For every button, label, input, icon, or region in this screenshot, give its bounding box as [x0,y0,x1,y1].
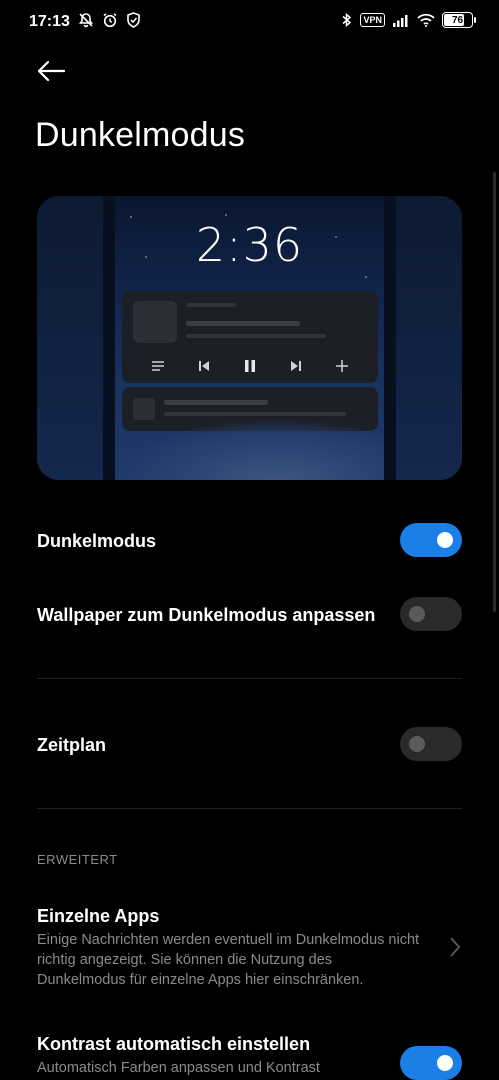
page-title: Dunkelmodus [35,116,246,154]
auto-contrast-label: Kontrast automatisch einstellen [37,1034,311,1054]
preview-left-panel [37,196,109,480]
preview-frame-left [103,196,115,480]
wallpaper-row[interactable]: Wallpaper zum Dunkelmodus anpassen [37,596,462,634]
preview-media-thumbnail [133,301,177,343]
toggle-knob [409,606,425,622]
individual-apps-row[interactable]: Einzelne Apps Einige Nachrichten werden … [37,906,462,988]
bluetooth-icon [342,12,352,28]
preview-media-card [122,291,378,383]
schedule-row[interactable]: Zeitplan [37,726,462,764]
signal-icon [393,15,408,27]
wallpaper-toggle[interactable] [400,597,462,631]
dark-mode-toggle[interactable] [400,523,462,557]
scroll-indicator [493,172,496,612]
dark-mode-preview: 2:36 [37,196,462,480]
next-icon [290,361,301,371]
divider [37,678,462,679]
preview-placeholder-line [186,303,236,307]
preview-screen: 2:36 [115,196,384,480]
auto-contrast-row[interactable]: Kontrast automatisch einstellen Automati… [37,1034,462,1080]
divider [37,808,462,809]
wallpaper-label: Wallpaper zum Dunkelmodus anpassen [37,605,376,625]
preview-placeholder-line [164,400,268,405]
battery-icon: 76 [442,12,476,28]
plus-icon [336,360,349,372]
shield-icon [127,12,140,28]
preview-media-controls [122,355,378,377]
schedule-toggle[interactable] [400,727,462,761]
notifications-off-icon [78,13,94,28]
back-arrow-icon [37,60,66,82]
wifi-icon [417,13,435,27]
preview-landscape [115,420,384,480]
toggle-knob [437,1055,453,1071]
individual-apps-label: Einzelne Apps [37,906,160,926]
status-time: 17:13 [29,13,70,30]
pause-icon [244,360,255,372]
preview-right-panel [390,196,462,480]
dark-mode-label: Dunkelmodus [37,531,157,551]
auto-contrast-description: Automatisch Farben anpassen und Kontrast [37,1060,320,1076]
preview-placeholder-line [186,334,326,338]
schedule-label: Zeitplan [37,735,107,755]
vpn-icon: VPN [360,13,385,27]
preview-frame-right [384,196,396,480]
status-right-icons: VPN 76 [341,12,476,28]
preview-placeholder-line [186,321,300,326]
auto-contrast-toggle[interactable] [400,1046,462,1080]
preview-notification-thumbnail [133,398,155,420]
alarm-icon [103,13,117,28]
preview-placeholder-line [164,412,346,416]
previous-icon [199,361,210,371]
toggle-knob [437,532,453,548]
dark-mode-row[interactable]: Dunkelmodus [37,522,462,560]
back-button[interactable] [36,56,72,86]
chevron-right-icon [450,937,461,957]
status-left-icons [78,12,141,28]
status-bar: 17:13 VPN 76 [0,0,499,44]
toggle-knob [409,736,425,752]
battery-level: 76 [451,14,464,26]
preview-clock: 2:36 [195,218,304,272]
list-icon [151,361,164,371]
section-header-advanced: ERWEITERT [37,852,118,867]
individual-apps-description: Einige Nachrichten werden eventuell im D… [37,932,420,988]
